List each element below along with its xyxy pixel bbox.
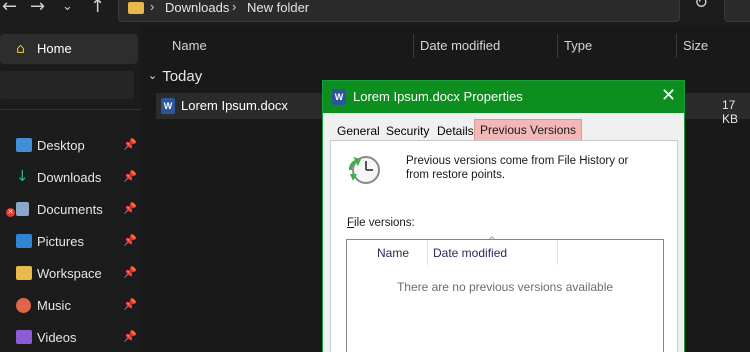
column-separator[interactable] [413, 34, 414, 58]
refresh-icon[interactable]: ↻ [694, 0, 708, 13]
sidebar-item-workspace[interactable]: Workspace 📌 [0, 262, 140, 286]
tab-previous-versions[interactable]: Previous Versions [474, 119, 583, 141]
documents-icon [16, 202, 29, 216]
close-icon[interactable]: ✕ [661, 85, 676, 106]
sort-caret-icon: ^ [488, 236, 496, 246]
file-versions-label-text: ile versions: [354, 217, 415, 229]
column-separator[interactable] [676, 34, 677, 58]
sidebar-item-label: Documents [37, 202, 103, 217]
pin-icon: 📌 [123, 170, 137, 183]
info-text: Previous versions come from File History… [406, 155, 629, 181]
pin-icon: 📌 [123, 202, 137, 215]
navigation-pane: ⌂ Home Desktop 📌 ↓ Downloads 📌 ✕ Documen… [0, 26, 141, 352]
pictures-icon [16, 234, 32, 248]
sidebar-item-desktop[interactable]: Desktop 📌 [0, 134, 140, 158]
breadcrumb-downloads[interactable]: Downloads [165, 0, 229, 15]
address-toolbar: ← → ⌄ ↑ › Downloads › New folder ↻ [0, 0, 750, 26]
redacted-item [0, 71, 134, 99]
forward-arrow-icon[interactable]: → [30, 0, 45, 17]
sidebar-item-documents[interactable]: ✕ Documents 📌 [0, 198, 140, 222]
sidebar-item-label: Videos [37, 330, 77, 345]
file-versions-label-mnemonic: F [347, 217, 355, 229]
versions-column-date-modified[interactable]: Date modified [433, 246, 507, 260]
dialog-title-bar[interactable]: W Lorem Ipsum.docx Properties ✕ [323, 81, 684, 113]
group-header-today[interactable]: ⌄ Today [148, 68, 202, 85]
column-header-date-modified[interactable]: Date modified [420, 38, 500, 53]
folder-icon [16, 266, 32, 280]
column-header-name[interactable]: Name [172, 38, 207, 53]
music-icon [16, 298, 31, 313]
sidebar-item-label: Desktop [37, 138, 85, 153]
sidebar-item-label: Downloads [37, 170, 102, 185]
sidebar-item-label: Pictures [37, 234, 84, 249]
word-document-icon: W [332, 89, 346, 105]
file-versions-list[interactable]: Name ^ Date modified There are no previo… [346, 236, 664, 352]
column-header-type[interactable]: Type [564, 38, 592, 53]
breadcrumb-new-folder[interactable]: New folder [247, 0, 309, 15]
desktop-icon [16, 138, 32, 152]
sidebar-item-videos[interactable]: Videos 📌 [0, 326, 140, 350]
tab-security[interactable]: Security [381, 121, 434, 141]
pin-icon: 📌 [123, 330, 137, 343]
download-icon: ↓ [16, 167, 29, 185]
pin-icon: 📌 [123, 138, 137, 151]
pin-icon: 📌 [123, 266, 137, 279]
sidebar-item-home[interactable]: ⌂ Home [0, 34, 138, 64]
column-separator[interactable] [557, 34, 558, 58]
file-history-clock-icon [348, 156, 380, 184]
word-document-icon: W [161, 98, 175, 114]
folder-icon [128, 2, 144, 14]
up-arrow-icon[interactable]: ↑ [90, 0, 105, 17]
pin-icon: 📌 [123, 298, 137, 311]
chevron-down-icon: ⌄ [148, 69, 158, 82]
sidebar-item-music[interactable]: Music 📌 [0, 294, 140, 318]
home-icon: ⌂ [16, 41, 25, 57]
tab-details[interactable]: Details [432, 121, 479, 141]
address-bar[interactable]: › Downloads › New folder [118, 0, 680, 22]
breadcrumb-separator: › [150, 0, 155, 14]
column-separator[interactable] [557, 240, 558, 265]
previous-versions-panel: Previous versions come from File History… [330, 141, 678, 352]
properties-dialog: W Lorem Ipsum.docx Properties ✕ General … [322, 80, 685, 352]
search-input[interactable] [724, 0, 750, 22]
videos-icon [16, 330, 32, 344]
sidebar-divider [0, 109, 141, 110]
breadcrumb-separator: › [232, 0, 237, 14]
tab-general[interactable]: General [332, 121, 385, 141]
sidebar-item-label: Home [37, 41, 72, 56]
versions-column-name[interactable]: Name [377, 246, 409, 260]
sidebar-item-label: Music [37, 298, 71, 313]
group-label: Today [162, 68, 203, 85]
sidebar-item-pictures[interactable]: Pictures 📌 [0, 230, 140, 254]
sidebar-item-downloads[interactable]: ↓ Downloads 📌 [0, 166, 140, 190]
error-badge-icon: ✕ [6, 208, 15, 217]
dialog-title: Lorem Ipsum.docx Properties [353, 89, 523, 104]
column-header-size[interactable]: Size [683, 38, 708, 53]
file-size: 17 KB [722, 98, 739, 126]
column-separator[interactable] [427, 240, 428, 265]
file-versions-label: File versions: [347, 217, 415, 229]
pin-icon: 📌 [123, 234, 137, 247]
chevron-down-icon[interactable]: ⌄ [62, 0, 73, 14]
empty-message: There are no previous versions available [396, 280, 614, 294]
back-arrow-icon[interactable]: ← [2, 0, 17, 17]
file-name: Lorem Ipsum.docx [181, 98, 288, 113]
sidebar-item-label: Workspace [37, 266, 102, 281]
